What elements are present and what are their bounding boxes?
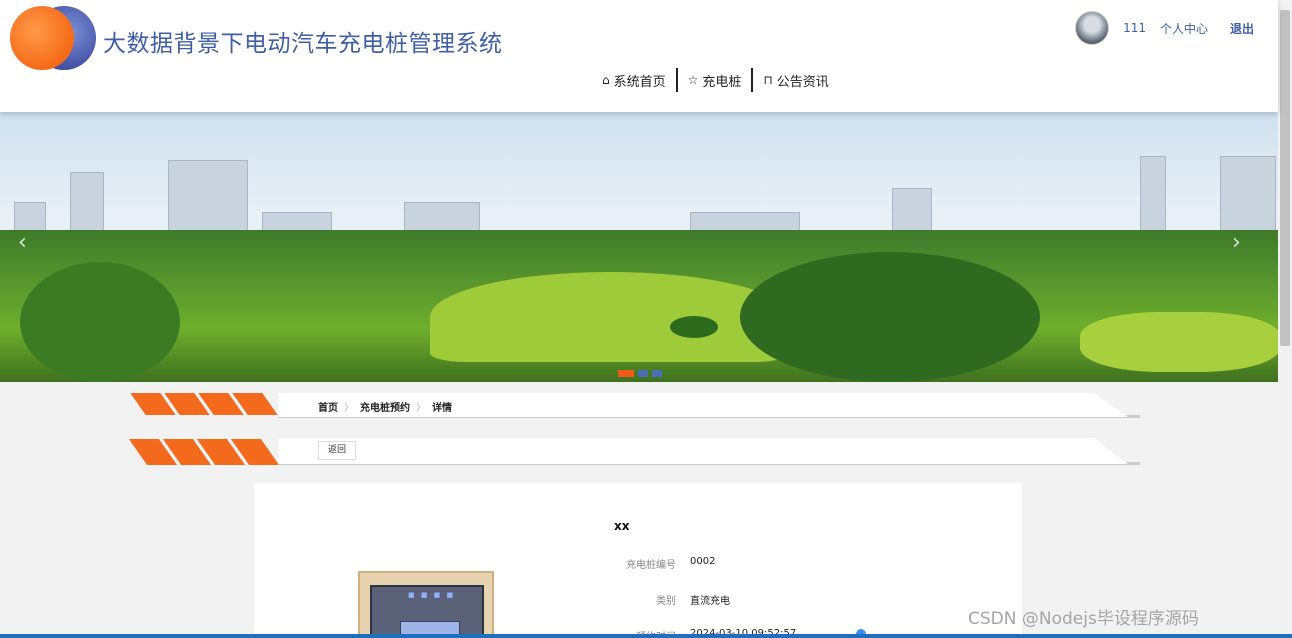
logout-link[interactable]: 退出	[1230, 20, 1254, 37]
back-button[interactable]: 返回	[318, 441, 356, 460]
watermark: CSDN @Nodejs毕设程序源码	[968, 609, 1199, 629]
nav-item-charging-pile[interactable]: ☆ 充电桩	[678, 68, 752, 92]
carousel-indicators	[618, 370, 662, 377]
detail-field-category: 类别 直流充电	[594, 592, 730, 607]
field-label: 类别	[656, 596, 676, 607]
field-value: 直流充电	[690, 596, 730, 607]
nav-item-label: 系统首页	[613, 74, 666, 90]
header: 大数据背景下电动汽车充电桩管理系统 111 个人中心 退出 ⌂ 系统首页 ☆ 充…	[0, 0, 1278, 112]
personal-center-link[interactable]: 个人中心	[1160, 20, 1208, 37]
ribbon-stripes	[128, 393, 278, 417]
banner-lawn	[1080, 312, 1278, 372]
avatar[interactable]	[1075, 11, 1110, 45]
carousel-prev-icon[interactable]: ‹	[18, 230, 27, 255]
carousel-dot[interactable]	[638, 370, 648, 377]
ribbon-stripes	[128, 438, 280, 465]
banner-bush	[740, 252, 1040, 382]
field-value: 0002	[690, 556, 716, 567]
field-label: 充电桩编号	[626, 560, 676, 571]
banner-carousel: ‹ ›	[0, 112, 1278, 382]
charging-pile-image: ■ ■ ■ ■	[358, 571, 494, 638]
nav-item-label: 充电桩	[702, 74, 742, 90]
detail-field-number: 充电桩编号 0002	[594, 556, 715, 571]
carousel-dot[interactable]	[652, 370, 662, 377]
banner-lawn	[430, 272, 790, 362]
nav-item-label: 公告资讯	[776, 74, 829, 90]
breadcrumb-separator: 〉	[344, 403, 354, 414]
detail-panel: ■ ■ ■ ■ xx 充电桩编号 0002 类别 直流充电 预约时间 2024-…	[254, 483, 1022, 638]
banner-bush	[20, 262, 180, 382]
site-title: 大数据背景下电动汽车充电桩管理系统	[103, 31, 503, 57]
breadcrumb-bar: 首页 〉 充电桩预约 〉 详情	[128, 393, 1140, 418]
main-nav: ⌂ 系统首页 ☆ 充电桩 ⊓ 公告资讯	[592, 68, 839, 92]
carousel-next-icon[interactable]: ›	[1232, 230, 1241, 255]
star-icon: ☆	[687, 73, 699, 87]
user-id: 111	[1123, 21, 1146, 35]
breadcrumb-detail: 详情	[432, 403, 452, 414]
nav-item-home[interactable]: ⌂ 系统首页	[592, 68, 676, 92]
action-bar: 返回	[128, 438, 1140, 465]
breadcrumb-reservation[interactable]: 充电桩预约	[360, 399, 410, 414]
breadcrumb-home[interactable]: 首页	[318, 399, 338, 414]
nav-item-news[interactable]: ⊓ 公告资讯	[753, 68, 838, 92]
breadcrumb-separator: 〉	[416, 403, 426, 414]
home-icon: ⌂	[602, 73, 610, 87]
carousel-dot[interactable]	[618, 370, 634, 377]
taskbar-edge	[0, 634, 1292, 638]
logo	[10, 6, 96, 70]
banner-bush	[670, 316, 718, 338]
breadcrumb: 首页 〉 充电桩预约 〉 详情	[318, 399, 452, 414]
user-area: 111 个人中心 退出	[1075, 11, 1254, 45]
detail-title: xx	[614, 519, 630, 533]
bag-icon: ⊓	[763, 73, 773, 87]
scrollbar-thumb[interactable]	[1280, 10, 1290, 346]
page: 大数据背景下电动汽车充电桩管理系统 111 个人中心 退出 ⌂ 系统首页 ☆ 充…	[0, 0, 1292, 638]
scrollbar[interactable]	[1278, 0, 1292, 638]
